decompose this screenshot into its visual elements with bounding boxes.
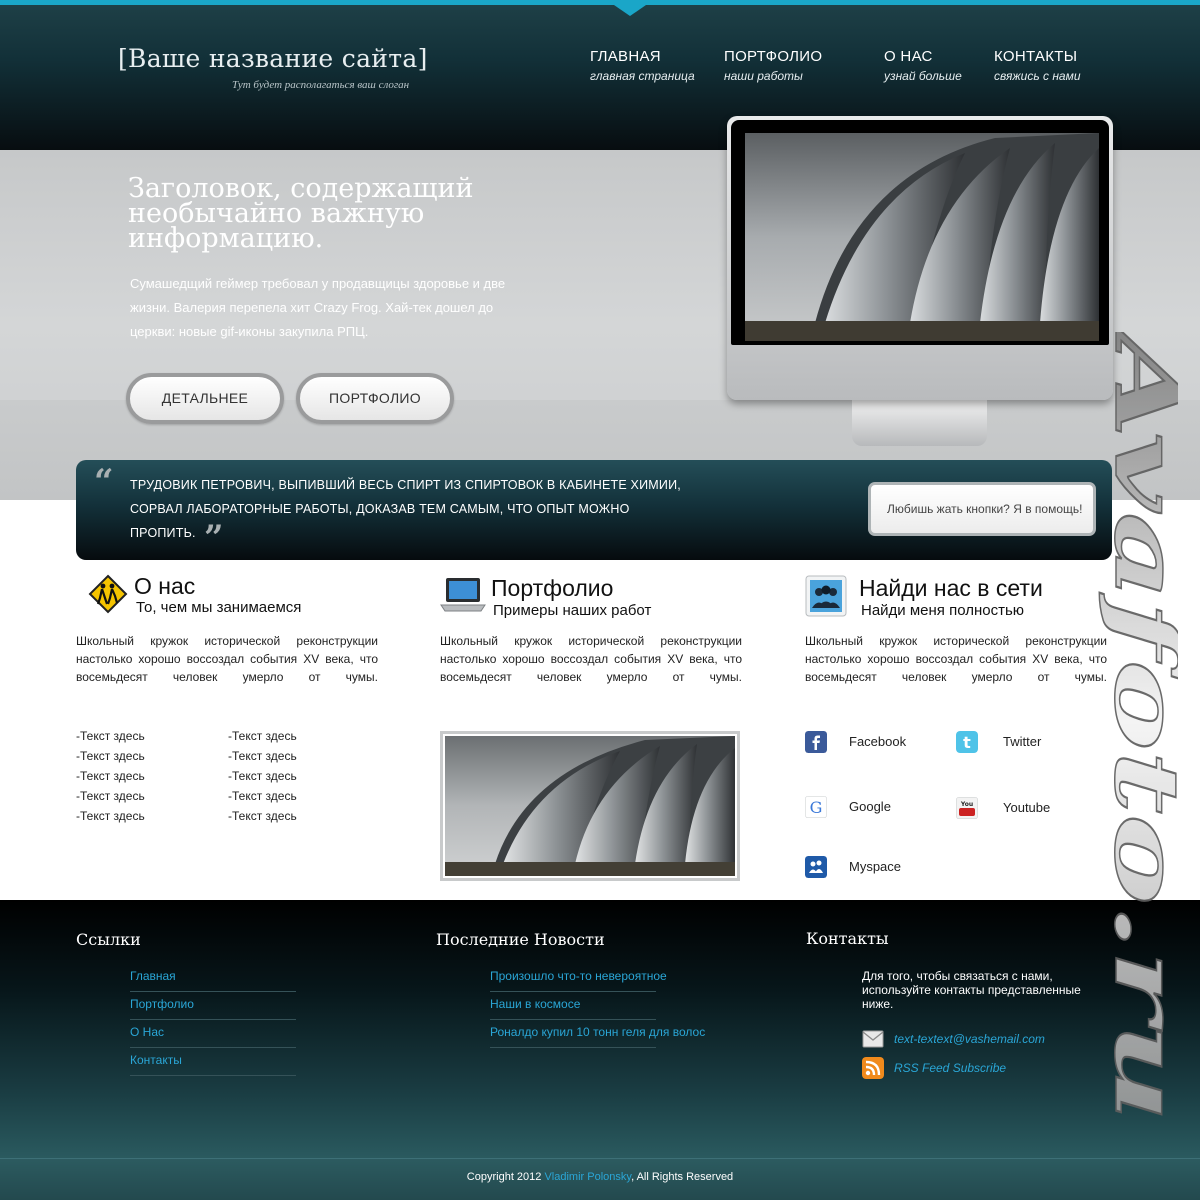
footer-link-about[interactable]: О Нас [130,1020,296,1048]
close-quote-icon: ” [204,518,224,558]
social-title: Найди нас в сети [859,575,1043,601]
social-label: Myspace [849,859,902,874]
portfolio-text: Школьный кружок исторической реконструкц… [440,634,742,684]
active-nav-notch [614,5,646,16]
social-label: Google [849,799,891,814]
copyright-text: Copyright 2012 Vladimir Polonsky, All Ri… [0,1171,1200,1183]
svg-text:t: t [963,733,971,752]
list-item: -Текст здесь [76,789,145,803]
help-button[interactable]: Любишь жать кнопки? Я в помощь! [868,482,1096,536]
monitor-bezel [731,120,1109,345]
social-header: Найди нас в сети Найди меня полностью [805,570,1107,630]
myspace-icon [805,856,827,878]
list-item: -Текст здесь [228,789,297,803]
pedestrian-sign-icon [88,574,128,614]
nav-sublabel: свяжись с нами [994,69,1081,83]
nav-label: ГЛАВНАЯ [590,48,661,65]
details-button[interactable]: ДЕТАЛЬНЕЕ [126,373,284,424]
about-header: О нас То, чем мы занимаемся [76,570,378,630]
footer-news-title: Последние Новости [436,930,605,949]
envelope-icon [862,1030,884,1048]
about-list-left: -Текст здесь -Текст здесь -Текст здесь -… [76,726,145,826]
copyright-bar: Copyright 2012 Vladimir Polonsky, All Ri… [0,1158,1200,1200]
footer-contacts-title: Контакты [806,929,889,948]
nav-sublabel: наши работы [724,69,803,83]
twitter-icon: t [956,731,978,753]
social-text: Школьный кружок исторической реконструкц… [805,634,1107,684]
rss-label: RSS Feed Subscribe [894,1061,1007,1075]
nav-sublabel: узнай больше [884,69,962,83]
email-address: text-textext@vashemail.com [894,1032,1045,1046]
list-item: -Текст здесь [228,809,297,823]
list-item: -Текст здесь [76,749,145,763]
about-column: О нас То, чем мы занимаемся Школьный кру… [76,570,378,684]
about-text: Школьный кружок исторической реконструкц… [76,634,378,684]
list-item: -Текст здесь [228,769,297,783]
rss-icon [862,1057,884,1079]
nav-item-about[interactable]: О НАС узнай больше [884,48,962,83]
facebook-icon [805,731,827,753]
monitor-stand [852,398,987,446]
footer-link-home[interactable]: Главная [130,964,296,992]
portfolio-subtitle: Примеры наших работ [493,602,652,619]
building-arches-image [445,736,735,876]
hero-title: Заголовок, содержащий необычайно важную … [128,173,474,254]
hero-text: Сумашедщий геймер требовал у продавщицы … [130,276,506,339]
footer-news-list: Произошло что-то невероятное Наши в косм… [490,964,705,1048]
nav-label: КОНТАКТЫ [994,48,1078,65]
nav-sublabel: главная страница [590,69,695,83]
author-link[interactable]: Vladimir Polonsky [544,1171,631,1183]
footer-link-portfolio[interactable]: Портфолио [130,992,296,1020]
news-item[interactable]: Роналдо купил 10 тонн геля для волос [490,1020,705,1048]
monitor-screen-image [745,133,1099,341]
open-quote-icon: “ [94,462,114,502]
about-list-right: -Текст здесь -Текст здесь -Текст здесь -… [228,726,297,826]
nav-label: ПОРТФОЛИО [724,48,823,65]
nav-item-contacts[interactable]: КОНТАКТЫ свяжись с нами [994,48,1081,83]
list-item: -Текст здесь [228,749,297,763]
about-subtitle: То, чем мы занимаемся [136,599,302,616]
laptop-icon [440,578,486,612]
svg-text:G: G [810,798,823,817]
portfolio-thumbnail[interactable] [440,731,740,881]
monitor-illustration [727,116,1113,400]
news-item[interactable]: Наши в космосе [490,992,656,1020]
news-item[interactable]: Произошло что-то невероятное [490,964,667,992]
site-slogan: Тут будет располагаться ваш слоган [232,79,410,91]
social-label: Twitter [1003,734,1042,749]
portfolio-title: Портфолио [491,575,614,601]
footer-links-list: Главная Портфолио О Нас Контакты [130,964,296,1076]
svg-text:You: You [960,801,973,808]
social-label: Facebook [849,734,907,749]
email-link[interactable]: text-textext@vashemail.com [862,1028,1045,1050]
accent-top-line [0,0,1200,5]
building-arches-image [745,133,1099,341]
footer-links-title: Ссылки [76,930,141,949]
footer-link-contacts[interactable]: Контакты [130,1048,296,1076]
portfolio-button[interactable]: ПОРТФОЛИО [296,373,454,424]
list-item: -Текст здесь [76,729,145,743]
copyright-suffix: , All Rights Reserved [631,1171,734,1183]
youtube-icon: You [956,797,978,819]
portfolio-column: Портфолио Примеры наших работ Школьный к… [440,570,742,684]
portfolio-header: Портфолио Примеры наших работ [440,570,742,630]
rss-link[interactable]: RSS Feed Subscribe [862,1057,1006,1079]
nav-item-portfolio[interactable]: ПОРТФОЛИО наши работы [724,48,822,83]
quote-bar: “ Трудовик Петрович, выпивший весь спирт… [76,460,1112,560]
social-subtitle: Найди меня полностью [861,602,1025,619]
portfolio-image [445,736,735,876]
social-label: Youtube [1003,800,1051,815]
copyright-prefix: Copyright 2012 [466,1171,545,1183]
list-item: -Текст здесь [76,769,145,783]
site-title[interactable]: [Ваше название сайта] [118,44,428,73]
google-icon: G [805,796,827,818]
list-item: -Текст здесь [76,809,145,823]
people-icon [805,575,847,617]
about-title: О нас [134,573,196,599]
nav-item-home[interactable]: ГЛАВНАЯ главная страница [590,48,695,83]
social-column: Найди нас в сети Найди меня полностью Шк… [805,570,1107,684]
nav-label: О НАС [884,48,933,65]
list-item: -Текст здесь [228,729,297,743]
contacts-text: Для того, чтобы связаться с нами, исполь… [862,969,1081,1011]
